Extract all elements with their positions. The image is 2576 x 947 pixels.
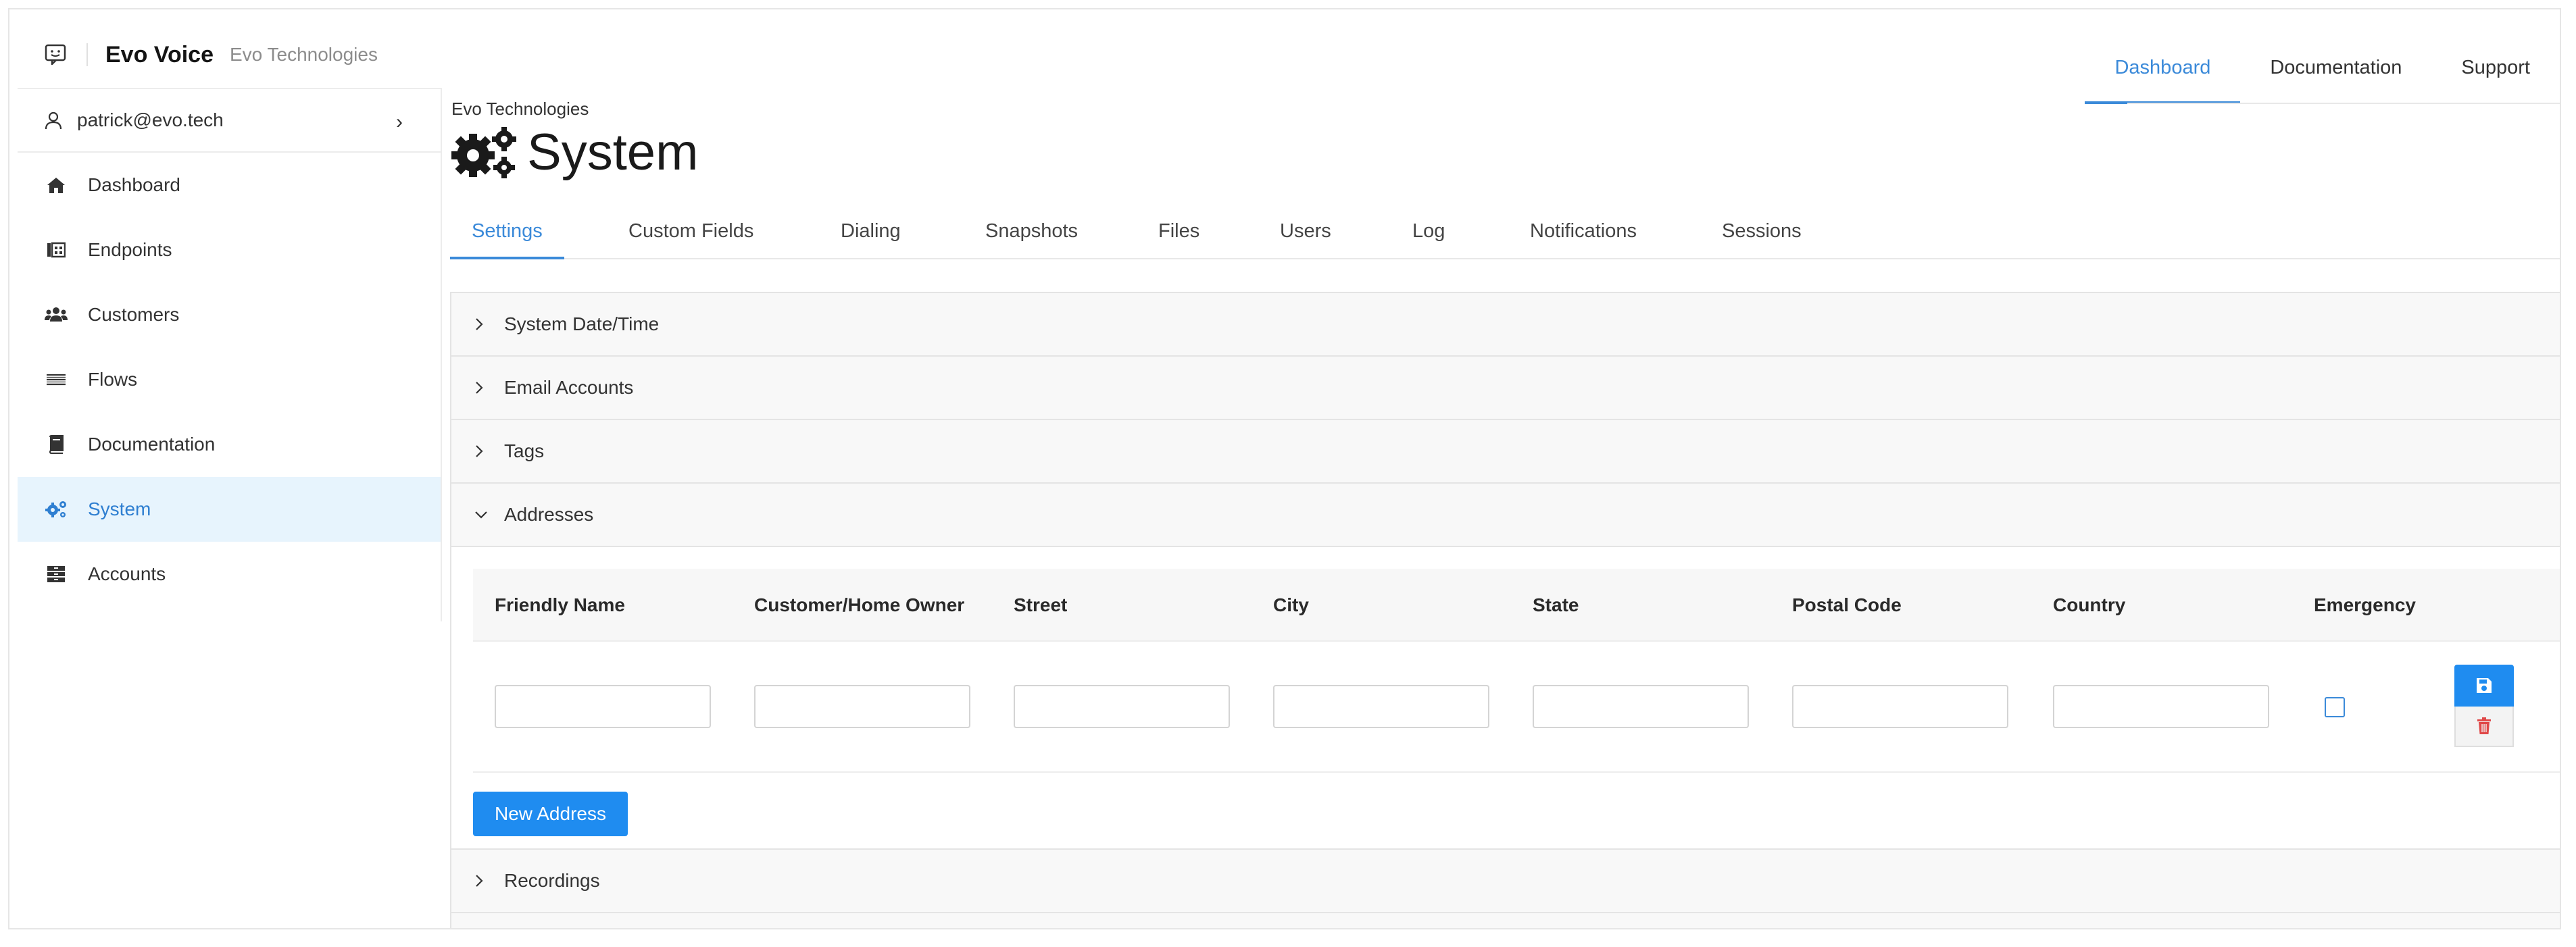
section-label: Addresses	[504, 504, 594, 525]
user-icon	[45, 110, 65, 130]
emergency-checkbox[interactable]	[2325, 697, 2345, 717]
section-system-datetime[interactable]: System Date/Time	[451, 293, 2560, 357]
addresses-table: Friendly Name Customer/Home Owner Street…	[473, 569, 2560, 773]
city-input[interactable]	[1273, 685, 1489, 728]
column-header: Customer/Home Owner	[754, 594, 965, 615]
delete-button[interactable]	[2454, 707, 2514, 747]
column-header: Friendly Name	[495, 594, 625, 615]
sidebar-item-flows[interactable]: Flows	[18, 347, 441, 412]
tab-snapshots[interactable]: Snapshots	[985, 209, 1078, 259]
section-label: Recordings	[504, 870, 600, 891]
section-email-accounts[interactable]: Email Accounts	[451, 357, 2560, 420]
sidebar-nav: Dashboard Endpoints Customers Flows Docu…	[18, 153, 441, 607]
tab-sessions[interactable]: Sessions	[1722, 209, 1802, 259]
chevron-right-icon	[474, 381, 495, 394]
section-label: Tags	[504, 440, 545, 461]
column-header: Country	[2053, 594, 2126, 615]
flows-icon	[45, 368, 68, 391]
cogs-icon	[451, 127, 516, 178]
friendly-name-input[interactable]	[495, 685, 711, 728]
accounts-icon	[45, 563, 68, 586]
column-header: Street	[1014, 594, 1068, 615]
book-icon	[45, 433, 68, 456]
sidebar-item-label: System	[88, 498, 151, 519]
sidebar-item-label: Documentation	[88, 434, 216, 455]
chevron-right-icon	[474, 317, 495, 331]
trash-icon	[2477, 717, 2491, 734]
breadcrumb[interactable]: Evo Technologies	[451, 99, 589, 120]
sidebar-item-label: Customers	[88, 304, 180, 325]
section-addresses[interactable]: Addresses	[451, 484, 2560, 547]
chevron-down-icon	[474, 510, 495, 519]
floppy-disk-icon	[2477, 678, 2492, 693]
save-button[interactable]	[2454, 665, 2514, 707]
chat-bubble-icon	[42, 41, 69, 68]
top-bar: Evo Voice Evo Technologies Dashboard Doc…	[9, 9, 2560, 104]
sidebar-item-label: Endpoints	[88, 239, 172, 260]
brand[interactable]: Evo Voice Evo Technologies	[42, 38, 378, 72]
state-input[interactable]	[1533, 685, 1749, 728]
chevron-right-icon	[474, 874, 495, 888]
tab-files[interactable]: Files	[1158, 209, 1199, 259]
sidebar-item-dashboard[interactable]: Dashboard	[18, 153, 441, 217]
chevron-right-icon: ›	[396, 111, 403, 133]
street-input[interactable]	[1014, 685, 1230, 728]
section-recordings[interactable]: Recordings	[451, 850, 2560, 913]
tab-custom-fields[interactable]: Custom Fields	[628, 209, 753, 259]
app-window: Evo Voice Evo Technologies Dashboard Doc…	[8, 8, 2561, 929]
column-header: Emergency	[2314, 594, 2416, 615]
settings-accordion: System Date/Time Email Accounts Tags Add…	[450, 292, 2560, 928]
sidebar-item-customers[interactable]: Customers	[18, 282, 441, 347]
tab-settings[interactable]: Settings	[450, 209, 564, 259]
column-header: Postal Code	[1792, 594, 1902, 615]
sidebar-item-label: Accounts	[88, 563, 166, 584]
page-title: System	[527, 124, 699, 181]
endpoints-icon	[45, 238, 68, 261]
sidebar-item-endpoints[interactable]: Endpoints	[18, 217, 441, 282]
new-address-button[interactable]: New Address	[473, 792, 628, 836]
app-name: Evo Voice	[105, 41, 214, 68]
org-name: Evo Technologies	[230, 44, 378, 65]
section-label: Email Accounts	[504, 377, 634, 398]
tab-dialing[interactable]: Dialing	[841, 209, 901, 259]
chevron-right-icon	[474, 444, 495, 458]
customer-input[interactable]	[754, 685, 970, 728]
users-icon	[45, 303, 68, 326]
section-tags[interactable]: Tags	[451, 420, 2560, 484]
home-icon	[45, 174, 68, 197]
page-header: System	[450, 126, 698, 180]
user-menu[interactable]: patrick@evo.tech ›	[18, 88, 441, 153]
section-label: System Date/Time	[504, 313, 660, 334]
postal-code-input[interactable]	[1792, 685, 2008, 728]
sidebar-item-documentation[interactable]: Documentation	[18, 412, 441, 477]
user-email: patrick@evo.tech	[77, 109, 224, 130]
sidebar-item-label: Dashboard	[88, 174, 180, 195]
section-next[interactable]	[451, 913, 2560, 928]
column-header: State	[1533, 594, 1579, 615]
main-content: Evo Technologies System Settings Custom …	[450, 88, 2560, 928]
sidebar-item-system[interactable]: System	[18, 477, 441, 542]
cogs-icon	[45, 498, 68, 521]
sidebar-item-label: Flows	[88, 369, 138, 390]
tab-users[interactable]: Users	[1280, 209, 1331, 259]
tab-bar: Settings Custom Fields Dialing Snapshots…	[450, 209, 2560, 259]
tab-log[interactable]: Log	[1412, 209, 1445, 259]
sidebar: patrick@evo.tech › Dashboard Endpoints C…	[18, 88, 442, 621]
brand-divider	[86, 43, 88, 66]
tab-notifications[interactable]: Notifications	[1530, 209, 1637, 259]
table-header: Friendly Name Customer/Home Owner Street…	[473, 569, 2560, 642]
addresses-panel: Friendly Name Customer/Home Owner Street…	[451, 547, 2560, 850]
table-row	[473, 642, 2560, 773]
sidebar-item-accounts[interactable]: Accounts	[18, 542, 441, 607]
country-input[interactable]	[2053, 685, 2269, 728]
column-header: City	[1273, 594, 1309, 615]
